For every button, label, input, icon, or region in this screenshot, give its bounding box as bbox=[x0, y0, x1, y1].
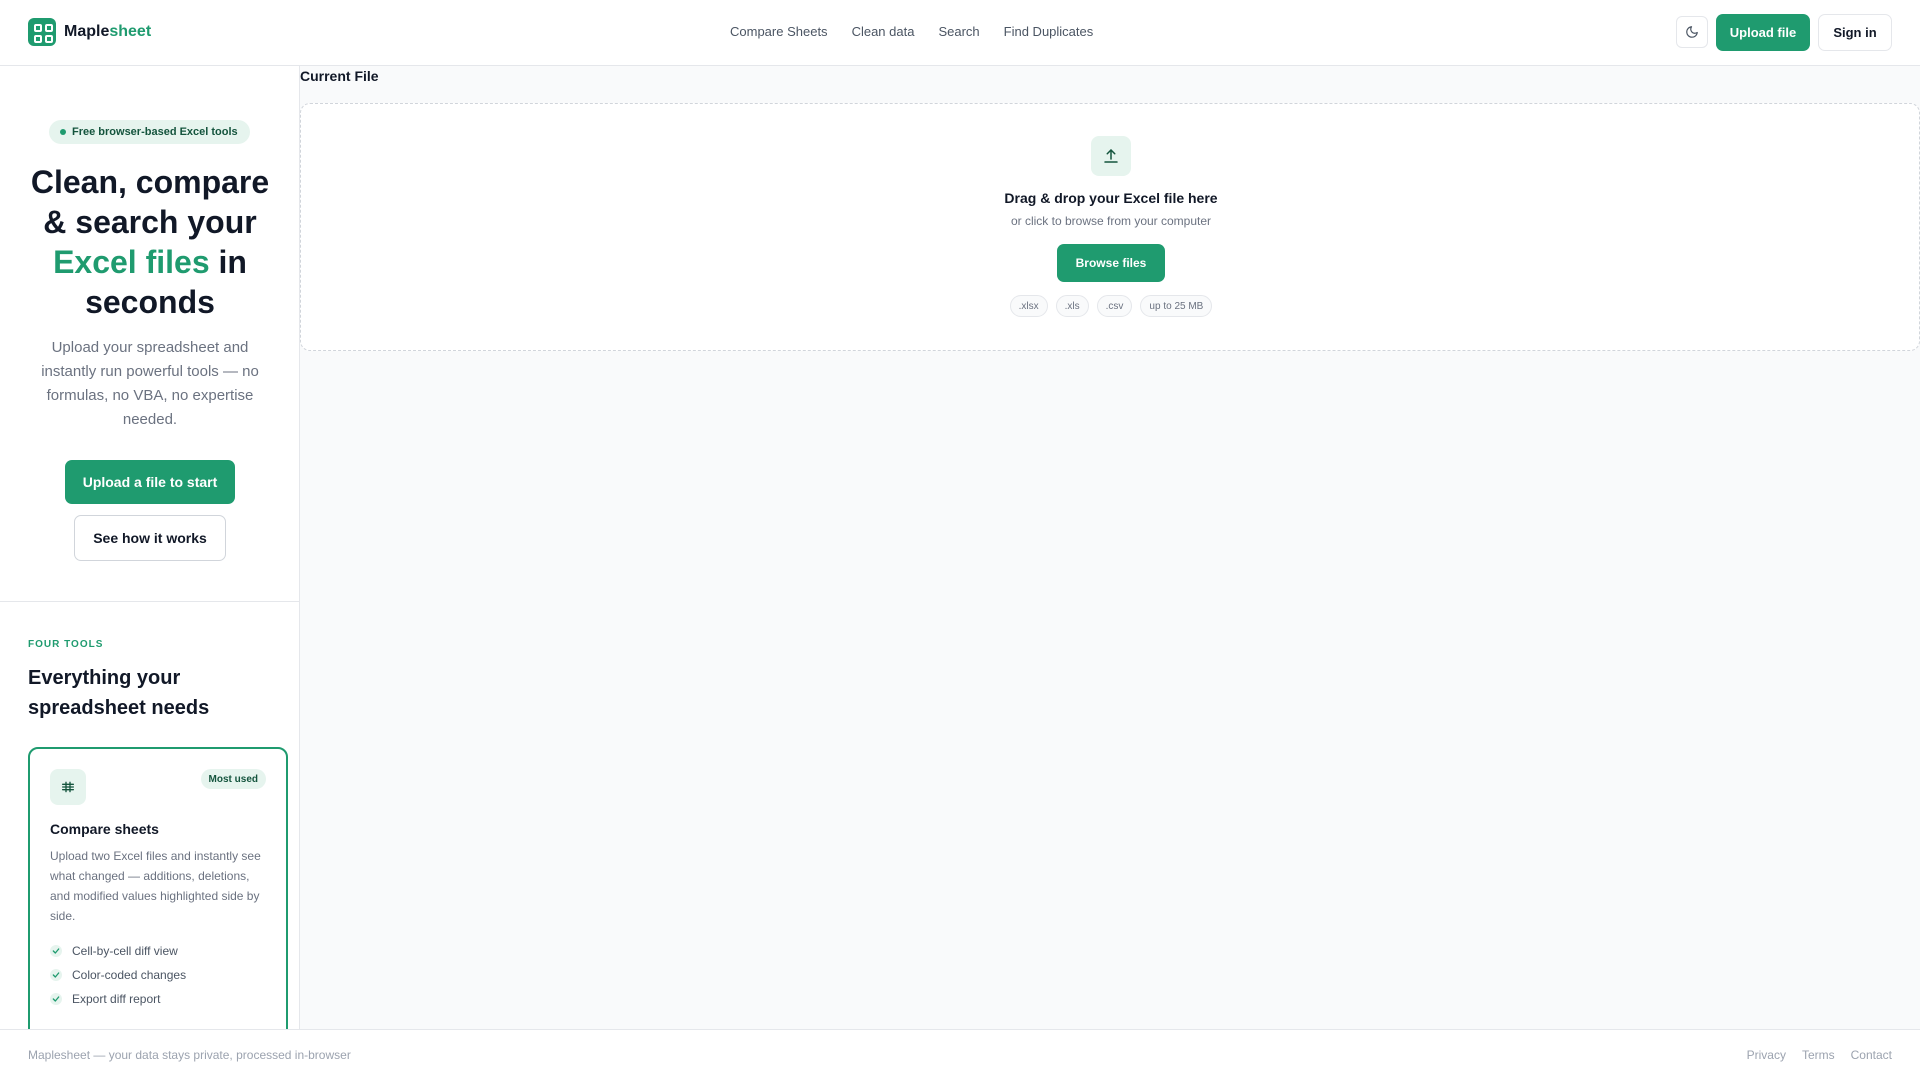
grid-icon bbox=[28, 18, 56, 46]
browse-files-button[interactable]: Browse files bbox=[1057, 244, 1165, 282]
hero-section: Free browser-based Excel tools Clean, co… bbox=[0, 66, 299, 602]
tools-heading: Everything your spreadsheet needs bbox=[28, 667, 210, 719]
upload-to-start-button[interactable]: Upload a file to start bbox=[65, 460, 235, 504]
tool-feature-item: Color-coded changes bbox=[50, 963, 186, 987]
tool-card-description: Upload two Excel files and instantly see… bbox=[50, 849, 261, 923]
check-icon bbox=[50, 945, 62, 957]
hero-pill: Free browser-based Excel tools bbox=[49, 120, 250, 144]
theme-toggle-button[interactable] bbox=[1676, 16, 1708, 48]
tool-card-compare-sheets[interactable]: Most used Compare sheets Upload two Exce… bbox=[28, 747, 288, 1029]
header-upload-button[interactable]: Upload file bbox=[1716, 14, 1810, 51]
tool-feature-list: Cell-by-cell diff view Color-coded chang… bbox=[50, 939, 186, 1011]
brand-name: Maplesheet bbox=[64, 23, 151, 41]
moon-icon bbox=[1686, 26, 1698, 38]
current-file-label: Current File bbox=[300, 68, 379, 84]
dropzone-subtitle: or click to browse from your computer bbox=[1010, 214, 1212, 228]
tool-feature-label: Export diff report bbox=[72, 992, 161, 1006]
main-panel: Current File Drag & drop your Excel file… bbox=[300, 66, 1920, 1029]
nav-clean-data[interactable]: Clean data bbox=[852, 24, 915, 39]
file-type-chips: .xlsx .xls .csv up to 25 MB bbox=[861, 295, 1361, 317]
file-size-limit-chip: up to 25 MB bbox=[1140, 295, 1213, 317]
hero-description: Upload your spreadsheet and instantly ru… bbox=[41, 339, 259, 428]
dropzone-title: Drag & drop your Excel file here bbox=[1004, 190, 1218, 206]
file-type-chip: .csv bbox=[1096, 295, 1133, 317]
hero-pill-label: Free browser-based Excel tools bbox=[72, 126, 238, 138]
file-type-chip: .xls bbox=[1055, 295, 1089, 317]
hero-title: Clean, compare & search your Excel files… bbox=[20, 162, 280, 322]
most-used-badge: Most used bbox=[200, 769, 266, 789]
compare-icon bbox=[50, 769, 86, 805]
footer-links: Privacy Terms Contact bbox=[1747, 1048, 1892, 1062]
brand-logo[interactable]: Maplesheet bbox=[28, 18, 151, 46]
tool-card-title: Compare sheets bbox=[50, 821, 159, 837]
check-icon bbox=[50, 993, 62, 1005]
file-dropzone[interactable]: Drag & drop your Excel file here or clic… bbox=[300, 103, 1920, 351]
see-how-it-works-button[interactable]: See how it works bbox=[74, 515, 226, 561]
footer-link-contact[interactable]: Contact bbox=[1851, 1048, 1892, 1062]
pill-dot-icon bbox=[60, 129, 66, 135]
top-header: Maplesheet Compare Sheets Clean data Sea… bbox=[0, 0, 1920, 66]
footer-link-terms[interactable]: Terms bbox=[1802, 1048, 1835, 1062]
file-type-chip: .xlsx bbox=[1009, 295, 1048, 317]
nav-search[interactable]: Search bbox=[938, 24, 979, 39]
tool-feature-item: Cell-by-cell diff view bbox=[50, 939, 186, 963]
tools-eyebrow: FOUR TOOLS bbox=[28, 639, 104, 650]
sidebar[interactable]: Free browser-based Excel tools Clean, co… bbox=[0, 66, 300, 1029]
tool-feature-item: Export diff report bbox=[50, 987, 186, 1011]
brand-name-part2: sheet bbox=[109, 23, 152, 40]
hero-title-accent: Excel files bbox=[53, 244, 210, 280]
upload-icon bbox=[1091, 136, 1131, 176]
check-icon bbox=[50, 969, 62, 981]
footer-link-privacy[interactable]: Privacy bbox=[1747, 1048, 1786, 1062]
sign-in-button[interactable]: Sign in bbox=[1818, 14, 1892, 51]
nav-find-duplicates[interactable]: Find Duplicates bbox=[1004, 24, 1094, 39]
page-footer: Maplesheet — your data stays private, pr… bbox=[0, 1029, 1920, 1080]
footer-note: Maplesheet — your data stays private, pr… bbox=[28, 1048, 351, 1062]
main-nav: Compare Sheets Clean data Search Find Du… bbox=[730, 24, 1093, 39]
brand-name-part1: Maple bbox=[64, 23, 110, 40]
nav-compare-sheets[interactable]: Compare Sheets bbox=[730, 24, 828, 39]
tool-feature-label: Color-coded changes bbox=[72, 968, 187, 982]
hero-title-part1: Clean, compare & search your bbox=[30, 164, 270, 240]
tool-feature-label: Cell-by-cell diff view bbox=[72, 944, 178, 958]
